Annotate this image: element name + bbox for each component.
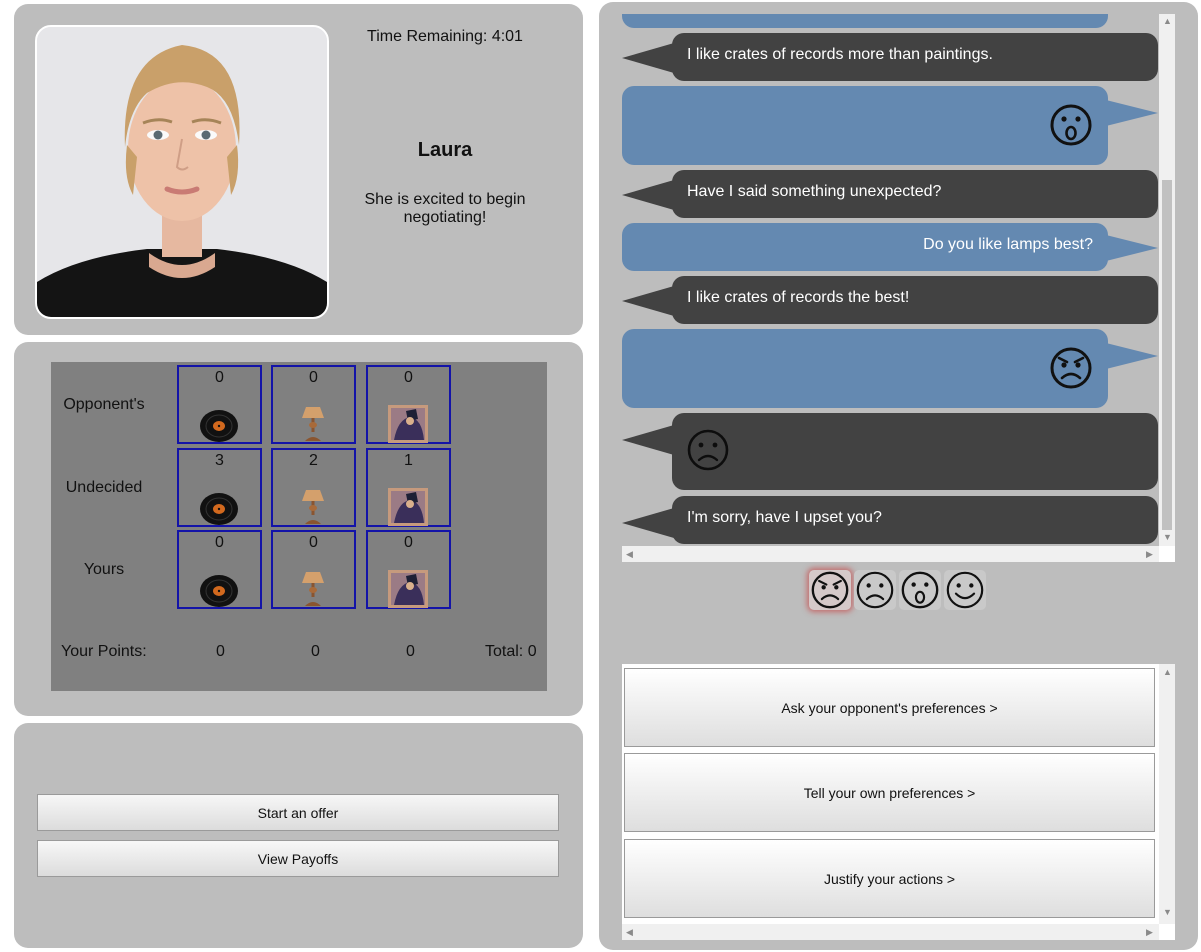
scroll-up-arrow-icon[interactable]: ▲	[1163, 667, 1172, 677]
points-lamps: 0	[311, 643, 320, 660]
menu-horizontal-scrollbar[interactable]: ◀ ▶	[622, 924, 1159, 940]
chat-message-text: I like crates of records more than paint…	[687, 46, 993, 63]
bubble-tail	[622, 180, 674, 210]
chat-panel: I like crates of records more than paint…	[599, 2, 1198, 950]
bubble-tail	[1106, 235, 1158, 261]
chat-bubble-agent: Have I said something unexpected?	[672, 170, 1158, 218]
row-label-undecided: Undecided	[65, 479, 143, 496]
emotion-sad-button[interactable]	[854, 570, 896, 610]
record-crate-icon	[200, 410, 238, 442]
bubble-tail	[622, 508, 674, 538]
chat-bubble-agent: I like crates of records the best!	[672, 276, 1158, 324]
agent-panel: Time Remaining: 4:01 Laura She is excite…	[14, 4, 583, 335]
time-remaining: Time Remaining: 4:01	[367, 28, 523, 45]
surprised-face-icon	[901, 571, 939, 609]
bubble-tail	[1106, 100, 1158, 126]
sad-face-icon	[687, 429, 729, 471]
sad-face-icon	[856, 571, 894, 609]
surprised-face-icon	[1050, 104, 1092, 146]
cell-count: 0	[404, 369, 413, 386]
tell-preferences-button[interactable]: Tell your own preferences >	[624, 753, 1155, 832]
scroll-down-arrow-icon[interactable]: ▼	[1163, 532, 1172, 542]
chat-horizontal-scrollbar[interactable]: ◀ ▶	[622, 546, 1159, 562]
chat-bubble-user: Do you like lamps best?	[622, 223, 1108, 271]
chat-message-text: I like crates of records the best!	[687, 289, 910, 306]
angry-face-icon	[811, 571, 849, 609]
dialogue-menu: Ask your opponent's preferences > Tell y…	[622, 664, 1175, 940]
emotion-happy-button[interactable]	[944, 570, 986, 610]
row-label-opponent: Opponent's	[63, 396, 145, 413]
lamp-icon	[302, 572, 324, 606]
cell-undecided-paintings[interactable]: 1	[366, 448, 451, 527]
scroll-right-arrow-icon[interactable]: ▶	[1146, 927, 1153, 938]
painting-icon	[388, 405, 428, 443]
scroll-right-arrow-icon[interactable]: ▶	[1146, 549, 1153, 560]
chat-bubble-agent: I'm sorry, have I upset you?	[672, 496, 1158, 544]
item-board: Opponent's Undecided Yours 0 0 0 3 2 1 0…	[51, 362, 547, 691]
scroll-up-arrow-icon[interactable]: ▲	[1163, 16, 1172, 26]
cell-undecided-records[interactable]: 3	[177, 448, 262, 527]
cell-count: 2	[309, 452, 318, 469]
emotion-picker	[809, 570, 986, 612]
view-payoffs-button[interactable]: View Payoffs	[37, 840, 559, 877]
cell-count: 0	[215, 534, 224, 551]
cell-opponent-paintings[interactable]: 0	[366, 365, 451, 444]
bubble-tail	[622, 425, 674, 455]
start-offer-button[interactable]: Start an offer	[37, 794, 559, 831]
scroll-left-arrow-icon[interactable]: ◀	[626, 549, 633, 560]
chat-bubble-agent: I like crates of records more than paint…	[672, 33, 1158, 81]
bubble-tail	[622, 43, 674, 73]
points-total: Total: 0	[485, 643, 537, 660]
cell-count: 1	[404, 452, 413, 469]
opponent-portrait	[35, 25, 329, 319]
menu-vertical-scrollbar[interactable]: ▲ ▼	[1159, 664, 1175, 924]
emotion-angry-button[interactable]	[809, 570, 851, 610]
cell-count: 0	[309, 369, 318, 386]
scroll-left-arrow-icon[interactable]: ◀	[626, 927, 633, 938]
actions-panel: Start an offer View Payoffs	[14, 723, 583, 948]
chat-message-text: Do you like lamps best?	[923, 236, 1093, 253]
chat-history[interactable]: I like crates of records more than paint…	[622, 14, 1175, 562]
row-label-yours: Yours	[83, 561, 125, 578]
cell-yours-lamps[interactable]: 0	[271, 530, 356, 609]
scroll-thumb[interactable]	[1162, 180, 1172, 530]
chat-bubble-user	[622, 14, 1108, 28]
cell-count: 0	[309, 534, 318, 551]
cell-undecided-lamps[interactable]: 2	[271, 448, 356, 527]
cell-count: 0	[215, 369, 224, 386]
chat-message-text: I'm sorry, have I upset you?	[687, 509, 882, 526]
happy-face-icon	[946, 571, 984, 609]
chat-bubble-agent	[672, 413, 1158, 490]
chat-bubble-user	[622, 86, 1108, 165]
cell-opponent-lamps[interactable]: 0	[271, 365, 356, 444]
scroll-down-arrow-icon[interactable]: ▼	[1163, 907, 1172, 917]
emotion-surprised-button[interactable]	[899, 570, 941, 610]
cell-yours-paintings[interactable]: 0	[366, 530, 451, 609]
cell-yours-records[interactable]: 0	[177, 530, 262, 609]
justify-actions-button[interactable]: Justify your actions >	[624, 839, 1155, 918]
lamp-icon	[302, 490, 324, 524]
chat-bubble-user	[622, 329, 1108, 408]
opponent-status: She is excited to begin negotiating!	[364, 191, 526, 226]
chat-vertical-scrollbar[interactable]: ▲ ▼	[1159, 14, 1175, 546]
record-crate-icon	[200, 575, 238, 607]
record-crate-icon	[200, 493, 238, 525]
board-panel: Opponent's Undecided Yours 0 0 0 3 2 1 0…	[14, 342, 583, 716]
painting-icon	[388, 488, 428, 526]
painting-icon	[388, 570, 428, 608]
points-records: 0	[216, 643, 225, 660]
chat-message-text: Have I said something unexpected?	[687, 183, 942, 200]
opponent-name: Laura	[417, 139, 473, 161]
ask-preferences-button[interactable]: Ask your opponent's preferences >	[624, 668, 1155, 747]
bubble-tail	[622, 286, 674, 316]
cell-opponent-records[interactable]: 0	[177, 365, 262, 444]
bubble-tail	[1106, 343, 1158, 369]
cell-count: 0	[404, 534, 413, 551]
points-paintings: 0	[406, 643, 415, 660]
lamp-icon	[302, 407, 324, 441]
angry-face-icon	[1050, 347, 1092, 389]
cell-count: 3	[215, 452, 224, 469]
your-points-label: Your Points:	[61, 643, 147, 660]
